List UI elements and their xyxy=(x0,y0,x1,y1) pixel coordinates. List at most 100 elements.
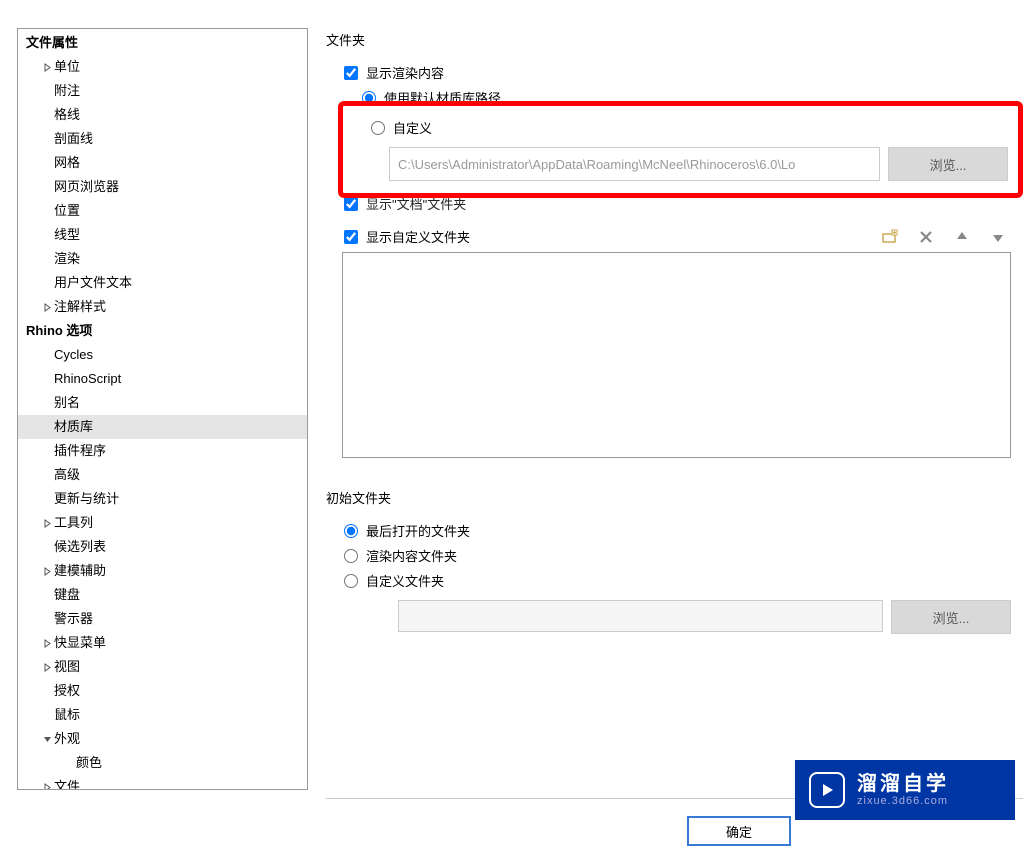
row-render-folder[interactable]: 渲染内容文件夹 xyxy=(344,546,1025,565)
tree-item-label: 文件 xyxy=(54,777,80,790)
tree-item[interactable]: 警示器 xyxy=(18,607,307,631)
checkbox-show-doc-folder[interactable] xyxy=(344,197,358,211)
tree-item[interactable]: 视图 xyxy=(18,655,307,679)
tree-item[interactable]: 高级 xyxy=(18,463,307,487)
tree-item[interactable]: 颜色 xyxy=(18,751,307,775)
tree-item-label: 工具列 xyxy=(54,513,93,533)
tree-item[interactable]: 文件 xyxy=(18,775,307,790)
tree-item-label: 材质库 xyxy=(54,417,93,437)
tree-item[interactable]: 别名 xyxy=(18,391,307,415)
tree-item[interactable]: RhinoScript xyxy=(18,367,307,391)
tree-item[interactable]: 候选列表 xyxy=(18,535,307,559)
tree-item-label: 单位 xyxy=(54,57,80,77)
row-show-render[interactable]: 显示渲染内容 xyxy=(344,63,1025,82)
tree-item-label: 线型 xyxy=(54,225,80,245)
tree-item[interactable]: 建模辅助 xyxy=(18,559,307,583)
tree-item[interactable]: 授权 xyxy=(18,679,307,703)
tree-item-label: 外观 xyxy=(54,729,80,749)
chevron-right-icon[interactable] xyxy=(40,663,54,672)
ok-button[interactable]: 确定 xyxy=(687,816,791,846)
tree-item[interactable]: 材质库 xyxy=(18,415,307,439)
tree-item-label: 附注 xyxy=(54,81,80,101)
chevron-right-icon[interactable] xyxy=(40,639,54,648)
tree-item[interactable]: 工具列 xyxy=(18,511,307,535)
tree-item-label: 建模辅助 xyxy=(54,561,106,581)
tree-item[interactable]: 鼠标 xyxy=(18,703,307,727)
tree-item[interactable]: 更新与统计 xyxy=(18,487,307,511)
checkbox-show-custom-folder[interactable] xyxy=(344,230,358,244)
chevron-right-icon[interactable] xyxy=(40,783,54,791)
radio-last-opened[interactable] xyxy=(344,524,358,538)
main-content: 文件夹 显示渲染内容 使用默认材质库路径 自定义 浏览... 显示"文档"文件夹 xyxy=(308,0,1035,790)
tree-item[interactable]: 剖面线 xyxy=(18,127,307,151)
label-init-custom-folder: 自定义文件夹 xyxy=(366,571,444,590)
label-show-custom-folder: 显示自定义文件夹 xyxy=(366,227,470,246)
label-render-folder: 渲染内容文件夹 xyxy=(366,546,457,565)
checkbox-show-render[interactable] xyxy=(344,66,358,80)
custom-folder-list[interactable] xyxy=(342,252,1011,458)
chevron-right-icon[interactable] xyxy=(40,63,54,72)
tree-item-label: Cycles xyxy=(54,345,93,365)
tree-item-label: 授权 xyxy=(54,681,80,701)
tree-item-label: 别名 xyxy=(54,393,80,413)
options-tree[interactable]: 文件属性 单位附注格线剖面线网格网页浏览器位置线型渲染用户文件文本注解样式 Rh… xyxy=(17,28,308,790)
tree-item-label: 候选列表 xyxy=(54,537,106,557)
move-up-icon[interactable] xyxy=(953,228,971,246)
dialog-button-bar: 确定 xyxy=(687,816,1023,846)
row-show-custom-folder[interactable]: 显示自定义文件夹 xyxy=(344,227,881,246)
tree-item-label: 鼠标 xyxy=(54,705,80,725)
tree-item-label: 插件程序 xyxy=(54,441,106,461)
tree-item-label: 用户文件文本 xyxy=(54,273,132,293)
tree-item-label: 网页浏览器 xyxy=(54,177,119,197)
tree-item[interactable]: 快显菜单 xyxy=(18,631,307,655)
label-last-opened: 最后打开的文件夹 xyxy=(366,521,470,540)
row-custom[interactable]: 自定义 xyxy=(371,118,1008,137)
watermark-url: zixue.3d66.com xyxy=(857,795,949,807)
label-show-render: 显示渲染内容 xyxy=(366,63,444,82)
tree-item-label: 警示器 xyxy=(54,609,93,629)
tree-item[interactable]: 单位 xyxy=(18,55,307,79)
tree-item-label: 键盘 xyxy=(54,585,80,605)
tree-item[interactable]: 用户文件文本 xyxy=(18,271,307,295)
new-folder-icon[interactable] xyxy=(881,228,899,246)
tree-item[interactable]: 网格 xyxy=(18,151,307,175)
tree-item-label: 网格 xyxy=(54,153,80,173)
watermark-logo-icon xyxy=(809,772,845,808)
tree-item[interactable]: 附注 xyxy=(18,79,307,103)
label-custom: 自定义 xyxy=(393,118,432,137)
chevron-down-icon[interactable] xyxy=(40,735,54,744)
tree-item-label: 剖面线 xyxy=(54,129,93,149)
radio-init-custom-folder[interactable] xyxy=(344,574,358,588)
tree-item-label: 视图 xyxy=(54,657,80,677)
tree-item-label: 位置 xyxy=(54,201,80,221)
chevron-right-icon[interactable] xyxy=(40,567,54,576)
delete-icon[interactable] xyxy=(917,228,935,246)
tree-item-label: 颜色 xyxy=(76,753,102,773)
tree-header-file-props: 文件属性 xyxy=(18,31,307,55)
row-last-opened[interactable]: 最后打开的文件夹 xyxy=(344,521,1025,540)
row-init-custom-folder[interactable]: 自定义文件夹 xyxy=(344,571,1025,590)
tree-item[interactable]: 位置 xyxy=(18,199,307,223)
browse-button[interactable]: 浏览... xyxy=(888,147,1008,181)
tree-item[interactable]: 网页浏览器 xyxy=(18,175,307,199)
tree-item[interactable]: 插件程序 xyxy=(18,439,307,463)
chevron-right-icon[interactable] xyxy=(40,303,54,312)
tree-item[interactable]: 键盘 xyxy=(18,583,307,607)
radio-render-folder[interactable] xyxy=(344,549,358,563)
tree-item[interactable]: 渲染 xyxy=(18,247,307,271)
tree-item[interactable]: Cycles xyxy=(18,343,307,367)
radio-custom[interactable] xyxy=(371,121,385,135)
tree-item-label: 渲染 xyxy=(54,249,80,269)
move-down-icon[interactable] xyxy=(989,228,1007,246)
input-material-path[interactable] xyxy=(389,147,880,181)
browse-init-button[interactable]: 浏览... xyxy=(891,600,1011,634)
tree-item[interactable]: 注解样式 xyxy=(18,295,307,319)
tree-item[interactable]: 外观 xyxy=(18,727,307,751)
watermark-title: 溜溜自学 xyxy=(857,773,949,795)
chevron-right-icon[interactable] xyxy=(40,519,54,528)
tree-item[interactable]: 线型 xyxy=(18,223,307,247)
tree-item-label: RhinoScript xyxy=(54,369,121,389)
section-initial-title: 初始文件夹 xyxy=(326,488,1025,507)
tree-header-rhino-options: Rhino 选项 xyxy=(18,319,307,343)
tree-item[interactable]: 格线 xyxy=(18,103,307,127)
